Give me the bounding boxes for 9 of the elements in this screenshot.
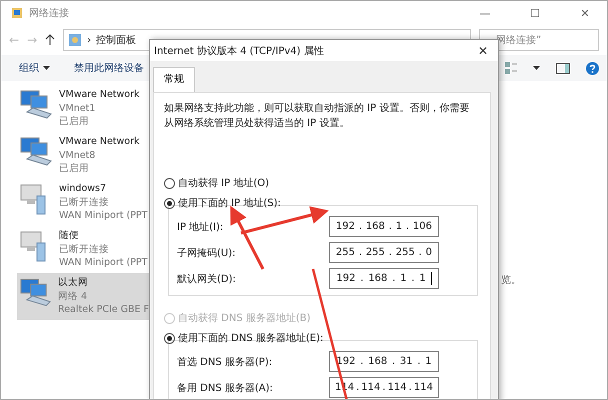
field-label: 子网掩码(U): [177,246,236,260]
field-label: 备用 DNS 服务器(A): [177,382,273,394]
preview-hint: 览。 [501,274,521,287]
field-label: 默认网关(D): [177,272,236,286]
field-label: 首选 DNS 服务器(P): [177,356,272,368]
window-title: 网络连接 [29,6,70,20]
dialog-title: Internet 协议版本 4 (TCP/IPv4) 属性 [154,44,325,58]
field-label: IP 地址(I): [177,220,224,234]
description-text: 如果网络支持此功能，则可以获取自动指派的 IP 设置。否则，你需要从网络系统管理员处获得适当的 IP 设置。 [164,102,470,131]
